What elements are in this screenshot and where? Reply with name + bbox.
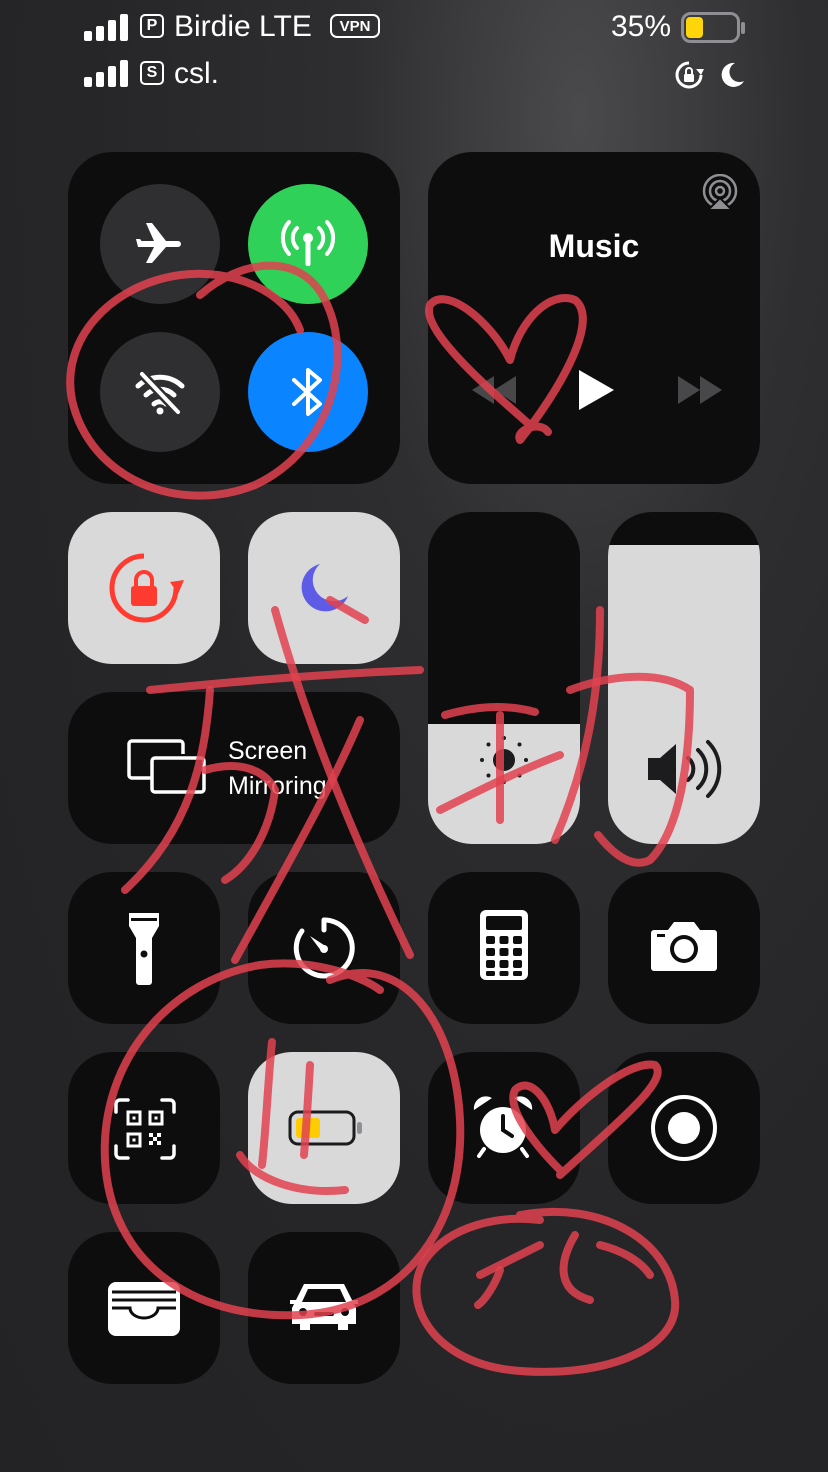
sun-icon: [480, 736, 528, 784]
sim-badge-secondary: S: [140, 61, 164, 85]
alarm-clock-icon: [473, 1096, 533, 1158]
screen-mirroring-label-line1: Screen: [228, 737, 308, 765]
low-power-battery-icon: [288, 1110, 362, 1146]
screen-mirroring-label-line2: Mirroring: [228, 772, 327, 800]
signal-bars-icon-secondary: [84, 60, 128, 87]
signal-bars-icon: [84, 14, 128, 41]
brightness-slider[interactable]: [428, 512, 580, 844]
carrier-primary: Birdie LTE: [174, 10, 312, 43]
record-icon: [651, 1095, 717, 1161]
camera-icon: [651, 922, 717, 971]
wifi-off-icon: [135, 370, 185, 416]
flashlight-icon: [129, 913, 159, 985]
bluetooth-toggle[interactable]: [248, 332, 368, 452]
car-icon: [290, 1284, 358, 1330]
antenna-icon: [280, 220, 336, 266]
qr-code-icon: [114, 1098, 176, 1160]
wallet-icon: [108, 1282, 180, 1336]
sim-badge-primary: P: [140, 14, 164, 38]
music-title: Music: [548, 228, 640, 264]
fast-forward-icon[interactable]: [676, 374, 724, 406]
moon-status-icon: [721, 62, 744, 87]
screen-mirroring-icon: [127, 739, 206, 794]
airplay-icon[interactable]: [700, 174, 740, 212]
carrier-secondary: csl.: [174, 57, 219, 90]
rotation-lock-status-icon: [675, 61, 704, 89]
battery-icon: [681, 12, 745, 43]
rotation-lock-icon: [109, 553, 184, 623]
play-icon[interactable]: [576, 368, 616, 412]
airplane-icon: [136, 223, 181, 263]
cellular-data-toggle[interactable]: [248, 184, 368, 304]
timer-icon: [293, 917, 355, 979]
calculator-icon: [480, 910, 528, 980]
airplane-mode-toggle[interactable]: [100, 184, 220, 304]
rewind-icon[interactable]: [470, 374, 518, 406]
speaker-icon: [648, 740, 722, 798]
wifi-toggle[interactable]: [100, 332, 220, 452]
moon-icon: [301, 564, 348, 612]
bluetooth-icon: [292, 368, 322, 416]
vpn-badge: VPN: [330, 14, 380, 38]
battery-percent: 35%: [611, 10, 672, 43]
volume-slider[interactable]: [608, 512, 760, 844]
